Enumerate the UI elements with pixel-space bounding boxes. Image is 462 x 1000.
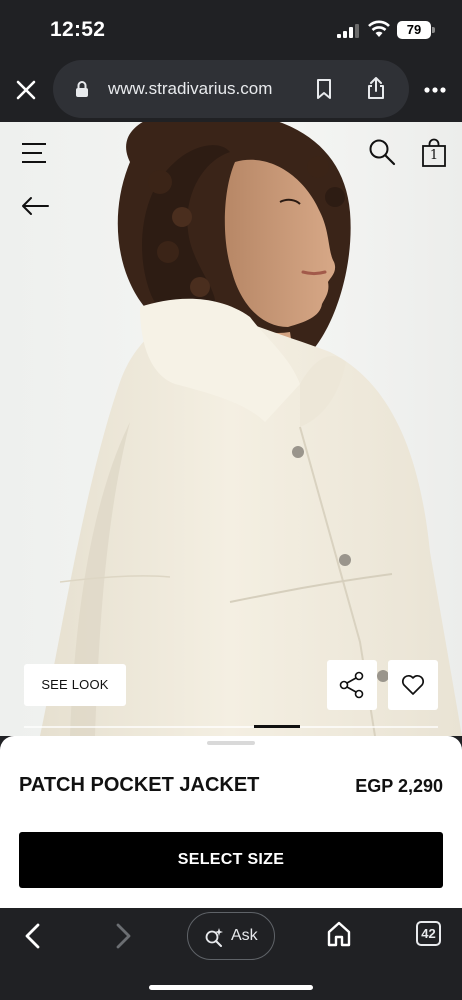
- select-size-button[interactable]: SELECT SIZE: [19, 832, 443, 888]
- product-name: PATCH POCKET JACKET: [19, 774, 260, 796]
- home-icon[interactable]: [326, 920, 352, 948]
- product-image[interactable]: 1 SEE LOOK: [0, 122, 462, 736]
- heart-icon: [401, 674, 425, 695]
- browser-address-bar: www.stradivarius.com: [0, 58, 462, 122]
- home-indicator: [149, 985, 313, 990]
- browser-toolbar: Ask 42: [0, 908, 462, 1000]
- more-icon[interactable]: [423, 86, 447, 94]
- see-look-button[interactable]: SEE LOOK: [24, 664, 126, 706]
- status-time: 12:52: [50, 18, 106, 41]
- url-text: www.stradivarius.com: [108, 79, 273, 98]
- close-icon[interactable]: [12, 76, 40, 104]
- search-icon[interactable]: [368, 138, 396, 166]
- carousel-track: [24, 726, 438, 728]
- arrow-left-icon[interactable]: [20, 196, 50, 216]
- share-button[interactable]: [327, 660, 377, 710]
- url-field[interactable]: www.stradivarius.com: [53, 60, 409, 118]
- lock-icon: [76, 81, 88, 97]
- model-photo: [40, 122, 462, 736]
- share-icon[interactable]: [365, 76, 387, 100]
- battery-nub: [432, 27, 435, 33]
- ask-label: Ask: [231, 927, 258, 944]
- menu-icon[interactable]: [20, 140, 48, 166]
- status-bar: 12:52 79: [0, 0, 462, 58]
- sheet-handle[interactable]: [207, 741, 255, 745]
- bag-count: 1: [429, 148, 439, 163]
- battery-indicator: 79: [397, 21, 431, 39]
- product-sheet: PATCH POCKET JACKET EGP 2,290 SELECT SIZ…: [0, 736, 462, 908]
- wishlist-button[interactable]: [388, 660, 438, 710]
- carousel-indicator: [254, 725, 300, 728]
- shopping-bag-button[interactable]: 1: [421, 138, 447, 168]
- chevron-left-icon[interactable]: [22, 922, 44, 950]
- chevron-right-icon[interactable]: [112, 922, 134, 950]
- tabs-button[interactable]: 42: [416, 921, 441, 946]
- share-icon: [339, 671, 364, 699]
- wifi-icon: [368, 20, 390, 37]
- signal-icon: [337, 24, 359, 38]
- product-price: EGP 2,290: [355, 776, 443, 796]
- bookmark-icon[interactable]: [315, 78, 333, 100]
- ask-button[interactable]: Ask: [187, 912, 275, 960]
- ask-sparkle-icon: [205, 928, 223, 947]
